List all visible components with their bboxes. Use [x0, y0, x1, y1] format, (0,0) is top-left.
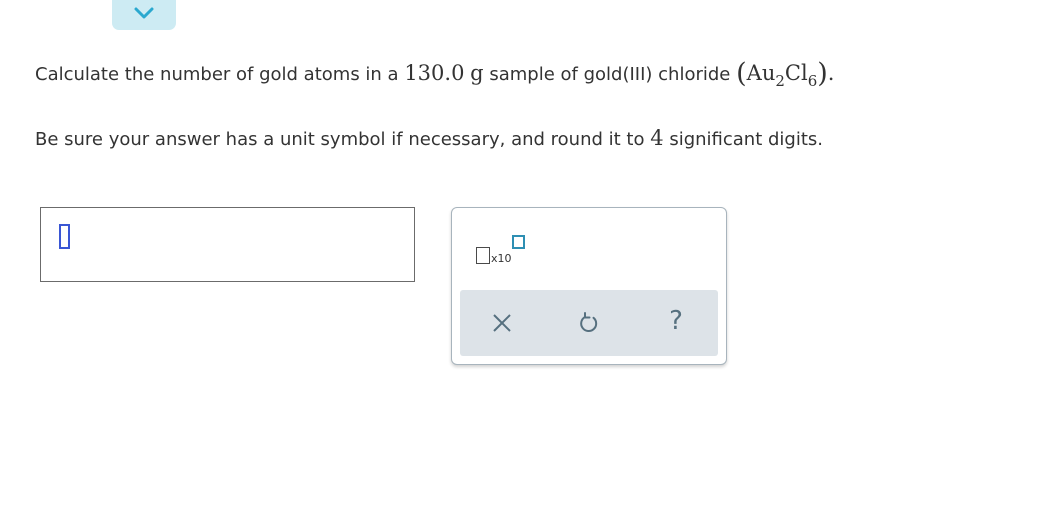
sci-base-box [476, 247, 490, 264]
answer-input[interactable] [40, 207, 415, 282]
input-cursor-placeholder [59, 224, 70, 249]
question-text-after: chloride [652, 64, 737, 85]
question-text-middle: sample of gold [483, 64, 623, 85]
formula-subscript-cl: 6 [807, 72, 818, 90]
undo-button[interactable] [577, 310, 601, 336]
help-button[interactable]: ? [664, 306, 688, 336]
collapse-button[interactable] [112, 0, 176, 30]
sci-notation-label: x10 [491, 252, 512, 265]
undo-icon [580, 312, 598, 333]
sci-exponent-box [512, 235, 525, 249]
close-icon [493, 314, 511, 332]
significant-digits-count: 4 [650, 126, 664, 150]
instruction-text-after: significant digits. [663, 129, 823, 150]
chevron-down-icon [134, 7, 154, 19]
question-text-before: Calculate the number of gold atoms in a [35, 64, 405, 85]
formula-close-paren: ) [817, 58, 828, 89]
math-tool-panel: x10 ? [451, 207, 727, 365]
mass-unit: g [470, 61, 484, 85]
formula-open-paren: ( [736, 58, 747, 89]
chemical-formula: (Au2Cl6) [736, 58, 828, 89]
instruction-text: Be sure your answer has a unit symbol if… [35, 126, 823, 150]
formula-subscript-au: 2 [775, 72, 785, 90]
oxidation-state: (III) [622, 64, 653, 85]
formula-element-cl: Cl [784, 61, 808, 85]
question-text: Calculate the number of gold atoms in a … [35, 58, 834, 89]
instruction-text-before: Be sure your answer has a unit symbol if… [35, 129, 651, 150]
question-end-punct: . [827, 61, 835, 85]
scientific-notation-button[interactable]: x10 [476, 232, 528, 270]
mass-value: 130.0 [404, 61, 465, 85]
clear-button[interactable] [490, 310, 514, 336]
action-bar: ? [460, 290, 718, 356]
formula-element-au: Au [746, 61, 776, 85]
